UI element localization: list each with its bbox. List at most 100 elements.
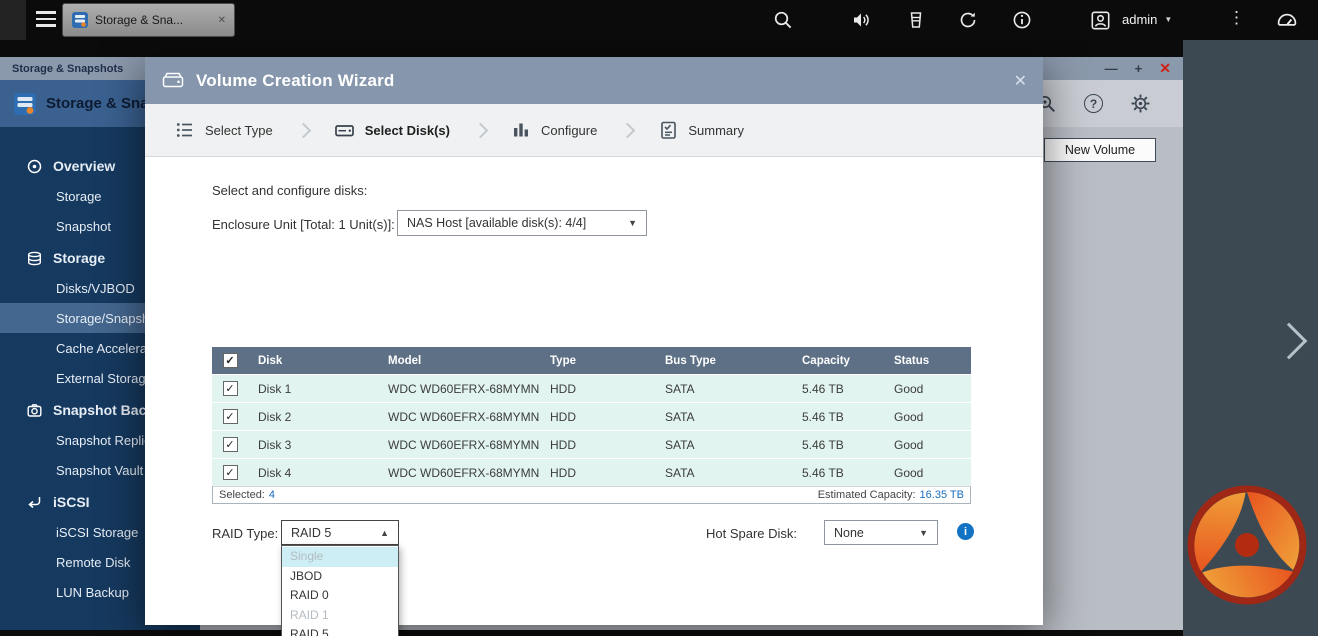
row-checkbox[interactable]: ✓: [223, 465, 238, 480]
list-icon: [175, 120, 195, 140]
cell-status: Good: [884, 438, 971, 452]
step-configure: Configure: [511, 120, 597, 140]
cell-type: HDD: [540, 382, 655, 396]
recycle-button[interactable]: [958, 10, 978, 30]
table-row[interactable]: ✓ Disk 4 WDC WD60EFRX-68MYMN... HDD SATA…: [212, 458, 971, 486]
raid-option[interactable]: RAID 1: [282, 606, 398, 626]
more-options-button[interactable]: ⋮: [1228, 8, 1245, 28]
gauge-icon: [1276, 10, 1298, 32]
minimize-button[interactable]: —: [1105, 61, 1118, 76]
raid-type-label: RAID Type:: [212, 526, 278, 541]
instruction-text: Select and configure disks:: [212, 183, 367, 198]
step-separator-icon: [620, 122, 636, 138]
tab-close-icon[interactable]: ✕: [218, 15, 226, 26]
step-label: Select Disk(s): [365, 123, 450, 138]
disk-table-header: ✓ Disk Model Type Bus Type Capacity Stat…: [212, 347, 971, 374]
enclosure-unit-value: NAS Host [available disk(s): 4/4]: [407, 216, 586, 230]
cell-disk: Disk 3: [248, 438, 378, 452]
sidebar-item-label: External Storage: [56, 371, 153, 386]
cell-capacity: 5.46 TB: [792, 410, 884, 424]
storage-app-icon: [71, 11, 89, 29]
step-select-type: Select Type: [175, 120, 273, 140]
row-checkbox[interactable]: ✓: [223, 409, 238, 424]
enclosure-unit-label: Enclosure Unit [Total: 1 Unit(s)]:: [212, 217, 395, 232]
dialog-header: Volume Creation Wizard ✕: [145, 57, 1043, 104]
cell-disk: Disk 4: [248, 466, 378, 480]
background-tasks-button[interactable]: [906, 10, 926, 30]
volume-wizard-icon: [161, 69, 185, 93]
checklist-icon: [658, 120, 678, 140]
dialog-close-icon[interactable]: ✕: [1014, 71, 1027, 91]
cell-status: Good: [884, 382, 971, 396]
cell-capacity: 5.46 TB: [792, 382, 884, 396]
step-select-disks: Select Disk(s): [334, 120, 450, 141]
row-checkbox[interactable]: ✓: [223, 381, 238, 396]
step-label: Configure: [541, 123, 597, 138]
info-icon: [1012, 10, 1032, 30]
maximize-button[interactable]: +: [1135, 61, 1143, 76]
sidebar-item-label: iSCSI: [53, 494, 90, 510]
hot-spare-select[interactable]: None ▼: [824, 520, 938, 545]
disk-table-footer: Selected:4 Estimated Capacity:16.35 TB: [212, 486, 971, 504]
select-all-checkbox[interactable]: ✓: [223, 353, 238, 368]
cell-type: HDD: [540, 466, 655, 480]
enclosure-unit-select[interactable]: NAS Host [available disk(s): 4/4] ▼: [397, 210, 647, 236]
cell-status: Good: [884, 466, 971, 480]
search-icon: [773, 10, 793, 30]
cell-model: WDC WD60EFRX-68MYMN...: [378, 382, 540, 396]
speaker-icon: [851, 10, 871, 30]
cell-capacity: 5.46 TB: [792, 438, 884, 452]
wizard-steps: Select Type Select Disk(s) Configure: [145, 104, 1043, 157]
chevron-right-icon[interactable]: [1271, 323, 1308, 360]
cell-bus: SATA: [655, 466, 792, 480]
cell-type: HDD: [540, 410, 655, 424]
selected-label: Selected:: [219, 489, 265, 501]
raid-type-select[interactable]: RAID 5 ▲: [281, 520, 399, 545]
dialog-body: Select and configure disks: Enclosure Un…: [145, 157, 1043, 625]
admin-menu[interactable]: admin ▼: [1122, 12, 1172, 27]
step-label: Summary: [688, 123, 744, 138]
chevron-down-icon: ▼: [628, 218, 637, 228]
check-icon: ✓: [225, 466, 234, 479]
hot-spare-label: Hot Spare Disk:: [706, 526, 797, 541]
column-header-type: Type: [540, 355, 655, 367]
step-label: Select Type: [205, 123, 273, 138]
raid-type-dropdown: Single JBOD RAID 0 RAID 1 RAID 5 RAID 6 …: [281, 545, 399, 636]
tab-label: Storage & Sna...: [95, 13, 183, 27]
cell-status: Good: [884, 410, 971, 424]
disk-table: ✓ Disk Model Type Bus Type Capacity Stat…: [212, 347, 971, 504]
app-tab[interactable]: Storage & Sna... ✕: [62, 3, 235, 37]
notifications-button[interactable]: [1012, 10, 1032, 30]
row-checkbox[interactable]: ✓: [223, 437, 238, 452]
raid-option[interactable]: RAID 0: [282, 586, 398, 606]
table-row[interactable]: ✓ Disk 2 WDC WD60EFRX-68MYMN... HDD SATA…: [212, 402, 971, 430]
cell-bus: SATA: [655, 438, 792, 452]
new-volume-button[interactable]: New Volume: [1044, 138, 1156, 162]
help-button[interactable]: ?: [1084, 94, 1103, 113]
chevron-down-icon: ▼: [1164, 15, 1172, 24]
dashboard-button[interactable]: [1276, 10, 1296, 30]
chevron-up-icon: ▲: [380, 528, 389, 538]
window-close-button[interactable]: ✕: [1159, 60, 1171, 77]
user-icon: [1090, 10, 1111, 31]
volume-button[interactable]: [851, 10, 871, 30]
main-menu-button[interactable]: [36, 11, 56, 31]
tasks-icon: [906, 10, 926, 30]
hot-spare-info-icon[interactable]: i: [957, 523, 974, 540]
table-row[interactable]: ✓ Disk 3 WDC WD60EFRX-68MYMN... HDD SATA…: [212, 430, 971, 458]
search-button[interactable]: [773, 10, 793, 30]
raid-option[interactable]: RAID 5: [282, 625, 398, 636]
raid-option[interactable]: JBOD: [282, 567, 398, 587]
cell-disk: Disk 1: [248, 382, 378, 396]
storage-snapshots-app-icon: [12, 91, 38, 117]
sidebar-item-label: Overview: [53, 158, 115, 174]
table-row[interactable]: ✓ Disk 1 WDC WD60EFRX-68MYMN... HDD SATA…: [212, 374, 971, 402]
user-button[interactable]: [1090, 10, 1110, 30]
cell-bus: SATA: [655, 410, 792, 424]
raid-option[interactable]: Single: [282, 547, 398, 567]
sidebar-item-label: iSCSI Storage: [56, 525, 138, 540]
settings-gear-button[interactable]: [1130, 93, 1151, 114]
column-header-capacity: Capacity: [792, 355, 884, 367]
cell-bus: SATA: [655, 382, 792, 396]
check-icon: ✓: [225, 438, 234, 451]
